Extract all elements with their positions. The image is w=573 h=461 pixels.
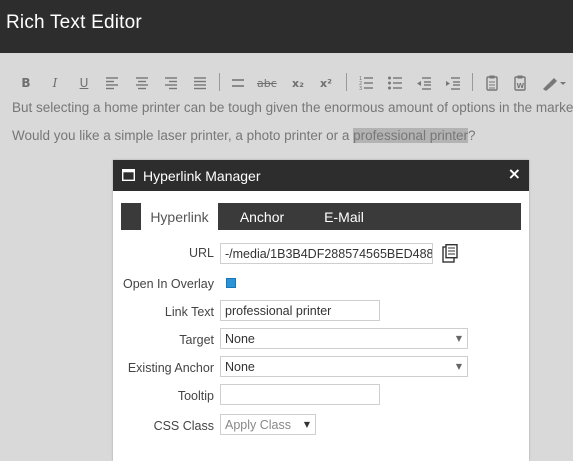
outdent-icon[interactable]: [416, 74, 432, 92]
app-title: Rich Text Editor: [6, 12, 142, 33]
paragraph: But selecting a home printer can be toug…: [12, 100, 573, 115]
paragraph-text: ?: [467, 128, 476, 143]
paragraph: Would you like a simple laser printer, a…: [12, 128, 476, 143]
target-label: Target: [179, 333, 214, 347]
open-in-overlay-label: Open In Overlay: [122, 277, 214, 291]
css-class-select[interactable]: Apply Class ▼: [220, 414, 316, 435]
numbered-list-icon[interactable]: 123: [358, 74, 374, 92]
align-justify-icon[interactable]: [192, 74, 208, 92]
tab-anchor[interactable]: Anchor: [228, 203, 296, 230]
align-left-icon[interactable]: [104, 74, 120, 92]
tooltip-label: Tooltip: [177, 389, 214, 403]
align-right-icon[interactable]: [163, 74, 179, 92]
url-input[interactable]: -/media/1B3B4DF288574565BED4888A: [220, 243, 433, 264]
paste-from-word-icon[interactable]: W: [512, 74, 528, 92]
url-label: URL: [188, 246, 214, 260]
link-text-label: Link Text: [164, 305, 214, 319]
bulleted-list-icon[interactable]: [387, 74, 403, 92]
link-text-input[interactable]: professional printer: [220, 300, 380, 321]
close-icon[interactable]: ×: [508, 164, 521, 183]
align-center-icon[interactable]: [134, 74, 150, 92]
superscript-button[interactable]: x²: [318, 74, 334, 92]
toolbar-divider: [472, 73, 473, 91]
horizontal-rule-icon[interactable]: [230, 74, 246, 92]
css-class-label: CSS Class: [153, 419, 214, 433]
window-icon: [122, 169, 135, 181]
document-manager-icon[interactable]: [442, 244, 458, 263]
toolbar-divider: [219, 73, 220, 91]
underline-button[interactable]: U: [76, 74, 92, 92]
tab-hyperlink[interactable]: Hyperlink: [141, 203, 218, 230]
css-class-value: Apply Class: [225, 418, 291, 432]
existing-anchor-label: Existing Anchor: [127, 361, 214, 375]
paste-plain-icon[interactable]: [484, 74, 500, 92]
hyperlink-manager-dialog: Hyperlink Manager × Hyperlink Anchor E-M…: [113, 160, 529, 461]
target-value: None: [225, 332, 255, 346]
dialog-tabs: Hyperlink Anchor E-Mail: [121, 203, 521, 230]
bold-button[interactable]: B: [18, 74, 34, 92]
strikethrough-button[interactable]: abc: [257, 74, 277, 92]
svg-text:W: W: [517, 82, 525, 90]
tooltip-input[interactable]: [220, 384, 380, 405]
selected-text: professional printer: [353, 128, 468, 143]
dialog-header: Hyperlink Manager ×: [113, 160, 529, 191]
chevron-down-icon: ▼: [303, 420, 310, 429]
italic-button[interactable]: I: [47, 74, 63, 92]
indent-icon[interactable]: [445, 74, 461, 92]
chevron-down-icon: ▼: [455, 334, 462, 343]
app-titlebar: Rich Text Editor: [0, 0, 573, 53]
existing-anchor-select[interactable]: None ▼: [220, 356, 468, 377]
subscript-button[interactable]: x₂: [290, 74, 306, 92]
tab-email[interactable]: E-Mail: [309, 203, 379, 230]
chevron-down-icon: ▼: [455, 362, 462, 371]
existing-anchor-value: None: [225, 360, 255, 374]
toolbar-divider: [346, 73, 347, 91]
open-in-overlay-checkbox[interactable]: [226, 278, 236, 288]
dialog-title: Hyperlink Manager: [143, 168, 261, 184]
target-select[interactable]: None ▼: [220, 328, 468, 349]
format-painter-icon[interactable]: [540, 74, 566, 92]
svg-text:3: 3: [359, 86, 362, 92]
paragraph-text: Would you like a simple laser printer, a…: [12, 128, 354, 143]
